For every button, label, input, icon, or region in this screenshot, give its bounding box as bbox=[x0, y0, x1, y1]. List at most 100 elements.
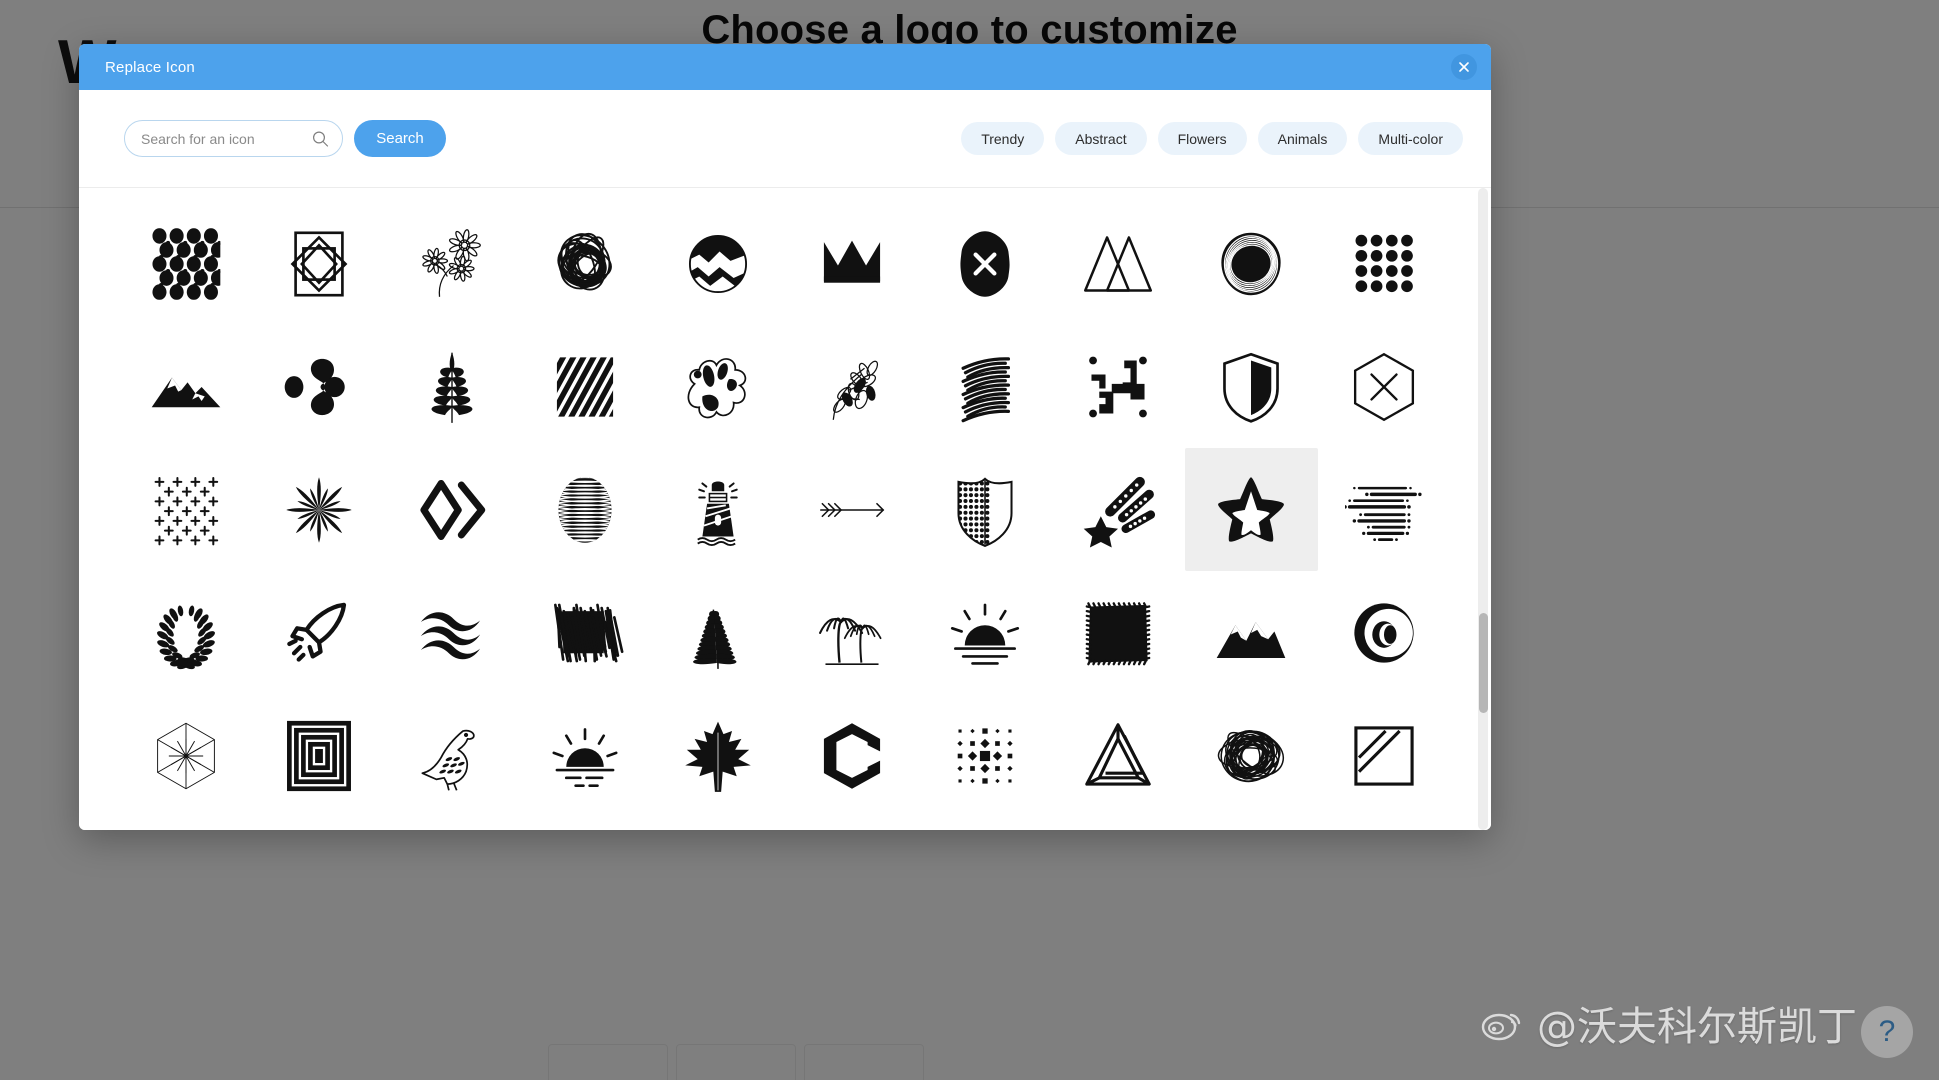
dialog-title: Replace Icon bbox=[105, 58, 195, 76]
shield-split-icon bbox=[1212, 348, 1290, 426]
grid-scrollbar-thumb[interactable] bbox=[1479, 613, 1488, 713]
octagon-x-badge-icon bbox=[946, 225, 1024, 303]
circle-landscape-icon bbox=[679, 225, 757, 303]
icon-cell[interactable] bbox=[385, 325, 518, 448]
icon-cell[interactable] bbox=[1318, 571, 1451, 694]
mountain-icon bbox=[147, 348, 225, 426]
icon-cell[interactable] bbox=[918, 694, 1051, 817]
abstract-arrows-icon bbox=[1079, 348, 1157, 426]
scribble-square-icon bbox=[546, 594, 624, 672]
icon-cell[interactable] bbox=[652, 325, 785, 448]
icon-cell[interactable] bbox=[119, 571, 252, 694]
lighthouse-icon bbox=[679, 471, 757, 549]
nested-geometric-square-icon bbox=[280, 225, 358, 303]
icon-cell[interactable] bbox=[1051, 448, 1184, 571]
striped-sphere-icon bbox=[546, 471, 624, 549]
diagonal-stripes-icon bbox=[546, 348, 624, 426]
icon-cell[interactable] bbox=[1318, 202, 1451, 325]
search-field-wrapper bbox=[124, 120, 343, 157]
icon-cell[interactable] bbox=[652, 448, 785, 571]
icon-cell[interactable] bbox=[119, 694, 252, 817]
close-icon bbox=[1459, 62, 1469, 72]
search-input[interactable] bbox=[124, 120, 343, 157]
circle-moon-icon bbox=[1345, 594, 1423, 672]
hexagon-wireframe-icon bbox=[147, 717, 225, 795]
icon-cell[interactable] bbox=[1318, 325, 1451, 448]
icon-cell[interactable] bbox=[1185, 571, 1318, 694]
fern-leaf-icon bbox=[413, 348, 491, 426]
icon-cell[interactable] bbox=[785, 325, 918, 448]
icon-cell[interactable] bbox=[1318, 694, 1451, 817]
icon-cell[interactable] bbox=[652, 694, 785, 817]
grid-scrollbar-track[interactable] bbox=[1478, 188, 1488, 830]
icon-cell[interactable] bbox=[1185, 325, 1318, 448]
icon-cell[interactable] bbox=[519, 448, 652, 571]
icon-cell[interactable] bbox=[252, 694, 385, 817]
icon-cell[interactable] bbox=[252, 202, 385, 325]
crown-icon bbox=[813, 225, 891, 303]
dialog-header: Replace Icon bbox=[79, 44, 1491, 90]
icon-cell[interactable] bbox=[385, 202, 518, 325]
close-button[interactable] bbox=[1451, 54, 1477, 80]
icon-cell[interactable] bbox=[1051, 694, 1184, 817]
icon-cell[interactable] bbox=[119, 202, 252, 325]
icon-cell[interactable] bbox=[385, 694, 518, 817]
icon-cell[interactable] bbox=[652, 202, 785, 325]
icon-cell[interactable] bbox=[918, 571, 1051, 694]
diamond-chevron-icon bbox=[413, 471, 491, 549]
help-button[interactable]: ? bbox=[1861, 1006, 1913, 1058]
icon-cell[interactable] bbox=[785, 571, 918, 694]
dot-matrix-icon bbox=[946, 717, 1024, 795]
double-triangle-icon bbox=[1079, 225, 1157, 303]
c-monogram-icon bbox=[813, 717, 891, 795]
icon-cell[interactable] bbox=[1185, 202, 1318, 325]
icon-cell[interactable] bbox=[385, 571, 518, 694]
icon-cell[interactable] bbox=[1051, 571, 1184, 694]
icon-cell[interactable] bbox=[252, 325, 385, 448]
laurel-wreath-icon bbox=[147, 594, 225, 672]
category-chip-animals[interactable]: Animals bbox=[1257, 122, 1348, 155]
icon-cell[interactable] bbox=[519, 202, 652, 325]
sunset-icon bbox=[546, 717, 624, 795]
replace-icon-dialog: Replace Icon Search Trendy Abstract Flow… bbox=[79, 44, 1491, 830]
icon-cell[interactable] bbox=[119, 448, 252, 571]
icon-cell[interactable] bbox=[519, 694, 652, 817]
icon-cell[interactable] bbox=[519, 571, 652, 694]
icon-cell[interactable] bbox=[918, 448, 1051, 571]
icon-cell[interactable] bbox=[785, 202, 918, 325]
icon-cell[interactable] bbox=[252, 448, 385, 571]
hexagon-x-icon bbox=[1345, 348, 1423, 426]
eagle-icon bbox=[413, 717, 491, 795]
icon-cell[interactable] bbox=[385, 448, 518, 571]
icon-cell[interactable] bbox=[1185, 694, 1318, 817]
icon-cell[interactable] bbox=[652, 571, 785, 694]
plus-pattern-icon bbox=[147, 471, 225, 549]
icon-cell[interactable] bbox=[119, 325, 252, 448]
rough-square-icon bbox=[1079, 594, 1157, 672]
category-chip-multi-color[interactable]: Multi-color bbox=[1358, 122, 1463, 155]
icon-cell[interactable] bbox=[519, 325, 652, 448]
dotted-shield-icon bbox=[946, 471, 1024, 549]
icon-grid bbox=[79, 188, 1491, 817]
nine-dots-grid-icon bbox=[1345, 225, 1423, 303]
category-chip-abstract[interactable]: Abstract bbox=[1055, 122, 1147, 155]
penrose-triangle-icon bbox=[1079, 717, 1157, 795]
icon-cell[interactable] bbox=[1184, 448, 1318, 571]
dot-pattern-icon bbox=[147, 225, 225, 303]
scribble-circle-icon bbox=[1212, 717, 1290, 795]
category-chip-trendy[interactable]: Trendy bbox=[961, 122, 1045, 155]
icon-cell[interactable] bbox=[918, 325, 1051, 448]
waves-icon bbox=[413, 594, 491, 672]
icon-cell[interactable] bbox=[252, 571, 385, 694]
icon-cell[interactable] bbox=[918, 202, 1051, 325]
icon-cell[interactable] bbox=[785, 448, 918, 571]
search-button[interactable]: Search bbox=[354, 120, 446, 157]
category-chip-flowers[interactable]: Flowers bbox=[1157, 122, 1247, 155]
icon-cell[interactable] bbox=[1051, 325, 1184, 448]
icon-cell[interactable] bbox=[785, 694, 918, 817]
icon-cell[interactable] bbox=[1051, 202, 1184, 325]
maple-leaf-icon bbox=[679, 717, 757, 795]
diagonal-square-icon bbox=[1345, 717, 1423, 795]
icon-cell[interactable] bbox=[1318, 448, 1451, 571]
starburst-icon bbox=[280, 471, 358, 549]
